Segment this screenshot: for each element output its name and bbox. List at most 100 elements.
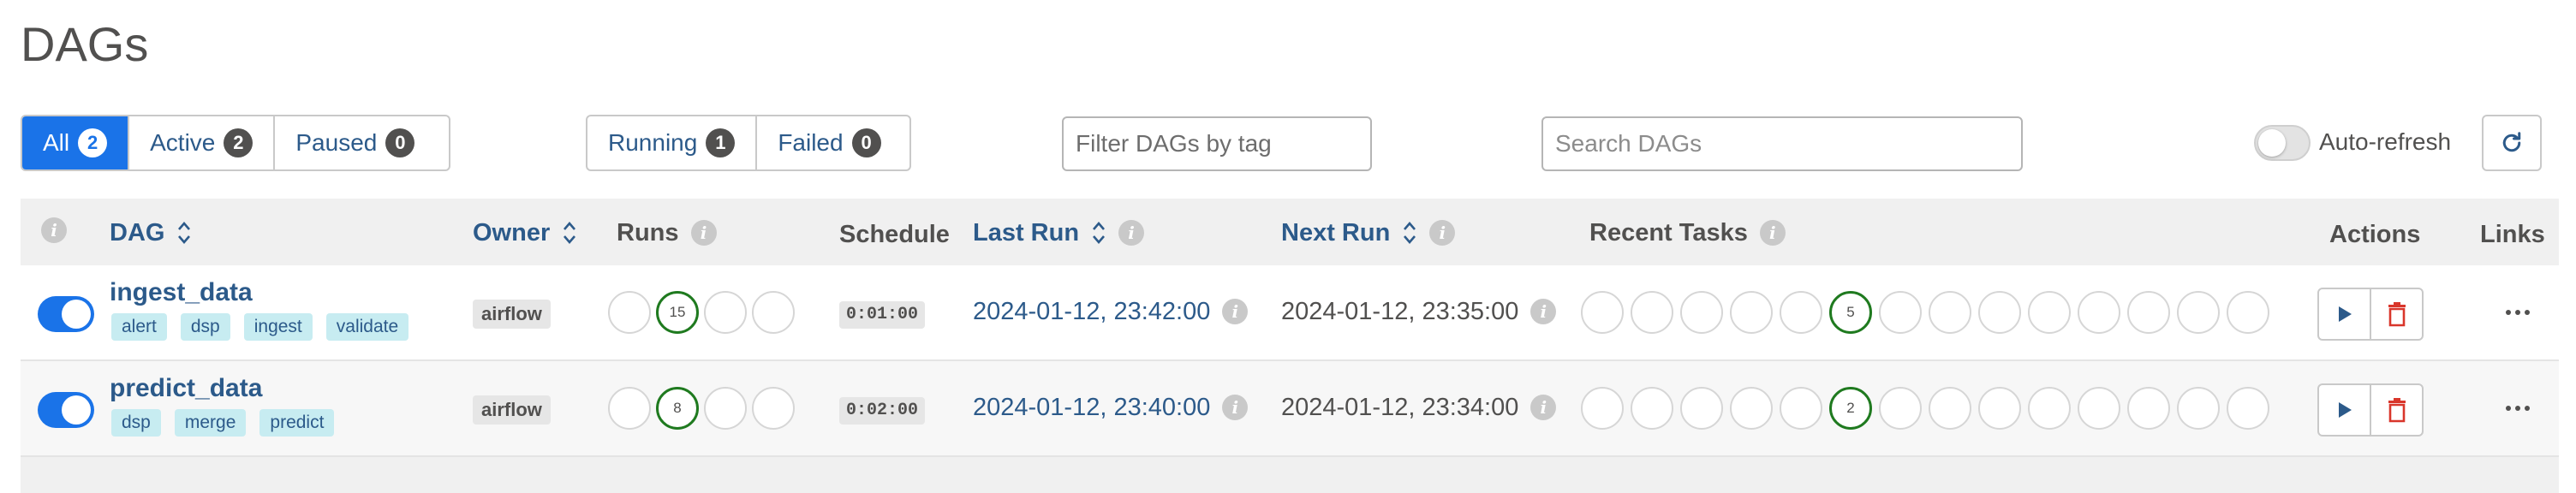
last-run-link[interactable]: 2024-01-12, 23:42:00 — [973, 296, 1210, 327]
task-status-circle[interactable] — [1929, 387, 1971, 430]
info-icon[interactable]: i — [690, 220, 717, 246]
info-icon[interactable]: i — [1759, 220, 1786, 246]
more-links-button[interactable] — [2501, 300, 2535, 325]
owner-badge[interactable]: airflow — [473, 395, 551, 425]
task-status-circle[interactable] — [1879, 387, 1922, 430]
dag-enable-toggle[interactable] — [38, 392, 94, 428]
task-status-circle[interactable] — [1978, 291, 2021, 334]
tag-filter-input[interactable] — [1062, 116, 1372, 171]
task-status-circle[interactable] — [1879, 291, 1922, 334]
header-next-run[interactable]: Next Run i — [1281, 217, 1456, 248]
task-status-circle[interactable] — [1730, 291, 1773, 334]
dag-tag[interactable]: validate — [325, 313, 409, 341]
filter-running-button[interactable]: Running 1 — [587, 116, 758, 169]
task-status-circle[interactable] — [1929, 291, 1971, 334]
header-actions: Actions — [2329, 219, 2420, 250]
task-status-circle[interactable] — [1730, 387, 1773, 430]
task-status-circle[interactable] — [2227, 291, 2269, 334]
task-status-circle[interactable] — [2078, 387, 2120, 430]
auto-refresh-toggle[interactable] — [2254, 125, 2311, 161]
dag-enable-toggle[interactable] — [38, 296, 94, 332]
task-status-circle[interactable]: 2 — [1829, 387, 1872, 430]
filter-failed-button[interactable]: Failed 0 — [757, 116, 901, 169]
task-status-circle[interactable] — [2078, 291, 2120, 334]
runs-status: 15 — [608, 291, 795, 334]
info-icon[interactable]: i — [1429, 220, 1456, 246]
info-icon[interactable]: i — [1530, 299, 1557, 324]
task-status-circle[interactable] — [2028, 387, 2071, 430]
last-run: 2024-01-12, 23:42:00 i — [973, 296, 1249, 327]
table-header: i DAG Owner Runs i Schedule Last Run i N… — [21, 199, 2559, 265]
dag-tag[interactable]: merge — [174, 409, 247, 437]
task-status-circle[interactable] — [1581, 291, 1624, 334]
dag-tags: dsp merge predict — [111, 409, 335, 437]
search-input[interactable] — [1541, 116, 2023, 171]
dag-tag[interactable]: dsp — [180, 313, 230, 341]
dags-table: i DAG Owner Runs i Schedule Last Run i N… — [21, 199, 2559, 493]
dot — [2515, 406, 2520, 411]
run-status-circle[interactable] — [704, 387, 747, 430]
task-status-circle[interactable] — [1631, 387, 1673, 430]
play-icon — [2338, 402, 2352, 418]
filter-paused-button[interactable]: Paused 0 — [275, 116, 435, 169]
task-status-circle[interactable] — [2127, 387, 2170, 430]
header-next-run-label: Next Run — [1281, 219, 1391, 246]
dag-tag[interactable]: dsp — [111, 409, 161, 437]
delete-dag-button[interactable] — [2371, 385, 2422, 435]
filter-paused-count: 0 — [385, 128, 415, 157]
header-runs: Runs i — [617, 217, 717, 248]
task-status-circle[interactable] — [2177, 291, 2220, 334]
info-icon[interactable]: i — [1118, 220, 1145, 246]
task-status-circle[interactable] — [2127, 291, 2170, 334]
task-status-circle[interactable] — [1631, 291, 1673, 334]
task-status-circle[interactable] — [2227, 387, 2269, 430]
run-status-circle[interactable] — [608, 387, 651, 430]
last-run-link[interactable]: 2024-01-12, 23:40:00 — [973, 392, 1210, 423]
delete-dag-button[interactable] — [2371, 289, 2422, 339]
task-status-circle[interactable] — [1780, 291, 1822, 334]
info-icon[interactable]: i — [1222, 299, 1249, 324]
header-recent-tasks: Recent Tasks i — [1589, 217, 1786, 248]
schedule-badge: 0:01:00 — [839, 301, 926, 329]
next-run: 2024-01-12, 23:35:00 i — [1281, 296, 1557, 327]
more-links-button[interactable] — [2501, 395, 2535, 421]
task-status-circle[interactable] — [1780, 387, 1822, 430]
run-status-circle[interactable] — [608, 291, 651, 334]
trigger-dag-button[interactable] — [2319, 289, 2371, 339]
refresh-icon — [2502, 132, 2521, 152]
run-status-circle[interactable]: 8 — [656, 387, 699, 430]
header-dag[interactable]: DAG — [110, 217, 192, 248]
run-state-filter-group: Running 1 Failed 0 — [586, 115, 911, 171]
next-run-value: 2024-01-12, 23:34:00 — [1281, 394, 1519, 421]
task-status-circle[interactable] — [1680, 291, 1723, 334]
dag-name-link[interactable]: predict_data — [110, 373, 262, 404]
header-actions-label: Actions — [2329, 221, 2421, 248]
run-status-circle[interactable]: 15 — [656, 291, 699, 334]
dag-tag[interactable]: predict — [259, 409, 335, 437]
filter-all-button[interactable]: All 2 — [22, 116, 130, 169]
run-status-circle[interactable] — [752, 387, 795, 430]
header-owner[interactable]: Owner — [473, 217, 577, 248]
recent-tasks-status: 5 — [1581, 291, 2269, 334]
owner-badge[interactable]: airflow — [473, 300, 551, 329]
dag-tag[interactable]: ingest — [243, 313, 313, 341]
dag-tag[interactable]: alert — [111, 313, 167, 341]
filter-active-button[interactable]: Active 2 — [129, 116, 276, 169]
run-status-circle[interactable] — [752, 291, 795, 334]
refresh-button[interactable] — [2482, 115, 2542, 171]
trigger-dag-button[interactable] — [2319, 385, 2371, 435]
info-icon[interactable]: i — [1530, 395, 1557, 420]
task-status-circle[interactable] — [1581, 387, 1624, 430]
task-status-circle[interactable] — [1680, 387, 1723, 430]
task-status-circle[interactable]: 5 — [1829, 291, 1872, 334]
task-status-circle[interactable] — [2177, 387, 2220, 430]
task-status-circle[interactable] — [2028, 291, 2071, 334]
info-icon[interactable]: i — [1222, 395, 1249, 420]
header-last-run[interactable]: Last Run i — [973, 217, 1145, 248]
filter-all-count: 2 — [78, 128, 108, 157]
header-recent-tasks-label: Recent Tasks — [1589, 219, 1748, 246]
run-status-circle[interactable] — [704, 291, 747, 334]
toggle-knob — [62, 300, 91, 329]
dag-name-link[interactable]: ingest_data — [110, 277, 253, 308]
task-status-circle[interactable] — [1978, 387, 2021, 430]
